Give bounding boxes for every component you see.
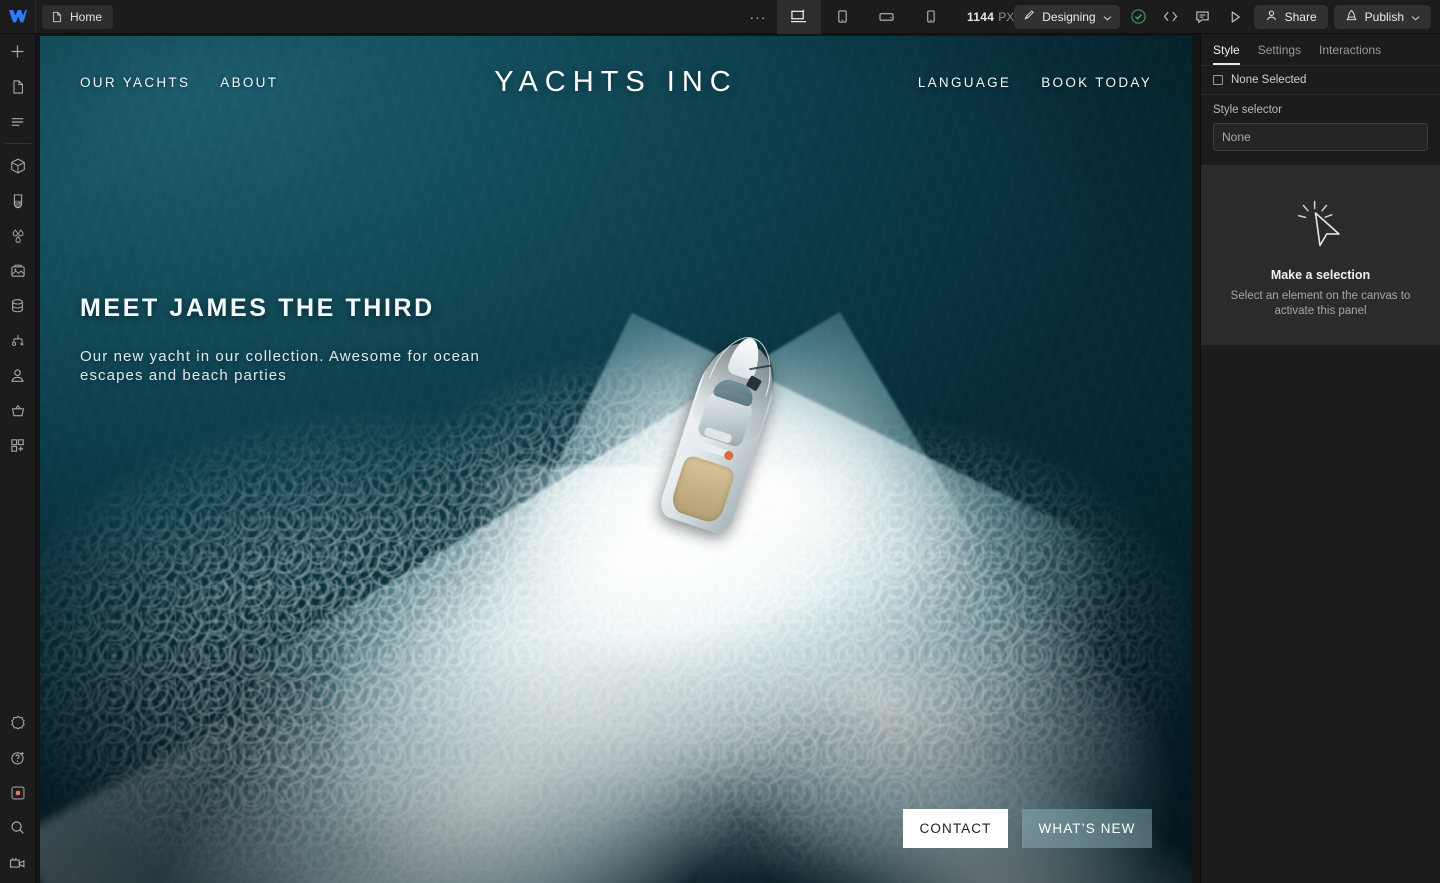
canvas-width-unit: PX	[998, 9, 1015, 24]
style-selector-input[interactable]: None	[1213, 123, 1428, 151]
rail-divider	[4, 143, 31, 144]
save-status-check-circle-icon[interactable]	[1126, 5, 1152, 29]
tab-style[interactable]: Style	[1213, 43, 1240, 65]
svg-text:*: *	[802, 9, 805, 16]
canvas-width-display[interactable]: 1144 PX	[967, 10, 1014, 24]
help-question-icon[interactable]	[0, 740, 36, 775]
style-selector-block: Style selector None	[1201, 95, 1440, 166]
page-icon	[51, 11, 63, 23]
publish-button-label: Publish	[1364, 9, 1404, 24]
settings-gear-icon[interactable]	[0, 705, 36, 740]
canvas-area[interactable]: OUR YACHTS ABOUT YACHTS INC LANGUAGE BOO…	[36, 34, 1200, 883]
publish-button[interactable]: Publish	[1333, 4, 1431, 29]
tab-settings[interactable]: Settings	[1258, 43, 1301, 65]
navbar-left-links: OUR YACHTS ABOUT	[80, 75, 494, 90]
tablet-breakpoint-icon[interactable]	[821, 0, 865, 34]
hero-copy-block: MEET JAMES THE THIRD Our new yacht in ou…	[80, 294, 500, 385]
ecommerce-button[interactable]	[0, 393, 36, 428]
webflow-logo-icon[interactable]	[0, 0, 36, 33]
designing-mode-label: Designing	[1042, 9, 1096, 24]
nav-link-about[interactable]: ABOUT	[220, 75, 278, 90]
panel-empty-state: Make a selection Select an element on th…	[1201, 166, 1440, 345]
whats-new-button[interactable]: WHAT’S NEW	[1022, 809, 1152, 848]
right-style-panel: Style Settings Interactions None Selecte…	[1200, 34, 1440, 883]
designing-mode-dropdown[interactable]: Designing	[1014, 4, 1120, 29]
mobile-portrait-breakpoint-icon[interactable]	[909, 0, 953, 34]
share-button[interactable]: Share	[1253, 4, 1328, 29]
site-navbar: OUR YACHTS ABOUT YACHTS INC LANGUAGE BOO…	[40, 36, 1192, 128]
record-square-icon[interactable]	[0, 775, 36, 810]
apps-button[interactable]	[0, 428, 36, 463]
cursor-click-icon	[1223, 196, 1418, 254]
site-brand-title: YACHTS INC	[494, 65, 738, 98]
assets-button[interactable]	[0, 253, 36, 288]
users-button[interactable]	[0, 358, 36, 393]
breakpoint-switcher: * 1144 PX	[776, 0, 1014, 34]
style-selector-label: Style selector	[1213, 104, 1283, 116]
logic-button[interactable]	[0, 323, 36, 358]
brush-icon	[1022, 9, 1035, 25]
play-preview-icon[interactable]	[1222, 5, 1248, 29]
nav-link-language[interactable]: LANGUAGE	[918, 75, 1011, 90]
ocean-vignette	[40, 36, 1192, 883]
desktop-breakpoint-icon[interactable]: *	[776, 0, 821, 34]
topbar-middle: ··· * 1144 PX	[113, 0, 1014, 34]
hero-subtext: Our new yacht in our collection. Awesome…	[80, 348, 480, 384]
chevron-down-icon	[1103, 10, 1112, 24]
contact-button[interactable]: CONTACT	[903, 809, 1008, 848]
nav-link-book-today[interactable]: BOOK TODAY	[1041, 75, 1152, 90]
code-brackets-icon[interactable]	[1158, 5, 1184, 29]
canvas-width-value: 1144	[966, 9, 995, 24]
page-options-more-icon[interactable]: ···	[745, 5, 771, 29]
site-preview[interactable]: OUR YACHTS ABOUT YACHTS INC LANGUAGE BOO…	[40, 36, 1192, 883]
empty-state-text: Select an element on the canvas to activ…	[1230, 290, 1411, 317]
navbar-right-links: LANGUAGE BOOK TODAY	[738, 75, 1152, 90]
left-toolbar-rail	[0, 34, 36, 883]
comment-icon[interactable]	[1190, 5, 1216, 29]
panel-tab-bar: Style Settings Interactions	[1201, 34, 1440, 66]
topbar-right-actions: Designing Share Publish	[1014, 0, 1440, 33]
cms-database-button[interactable]	[0, 288, 36, 323]
add-element-button[interactable]	[0, 34, 36, 69]
navigator-button[interactable]	[0, 104, 36, 139]
share-button-label: Share	[1284, 9, 1317, 24]
page-tab-zone: Home	[36, 0, 114, 33]
video-camera-icon[interactable]	[0, 845, 36, 880]
selection-status-label: None Selected	[1231, 74, 1307, 86]
nav-link-our-yachts[interactable]: OUR YACHTS	[80, 75, 190, 90]
components-button[interactable]	[0, 148, 36, 183]
style-manager-button[interactable]	[0, 183, 36, 218]
person-icon	[1265, 9, 1278, 25]
rocket-icon	[1345, 9, 1358, 25]
mobile-landscape-breakpoint-icon[interactable]	[865, 0, 909, 34]
empty-state-title: Make a selection	[1270, 268, 1371, 282]
rail-bottom-group	[0, 705, 36, 883]
page-tab-label: Home	[70, 9, 103, 24]
hero-heading: MEET JAMES THE THIRD	[80, 294, 435, 322]
top-toolbar: Home ··· * 1144 PX Designing Share Publi…	[0, 0, 1440, 34]
hero-button-group: CONTACT WHAT’S NEW	[903, 809, 1152, 848]
pages-button[interactable]	[0, 69, 36, 104]
selection-status-row[interactable]: None Selected	[1201, 66, 1440, 95]
selection-square-icon	[1213, 75, 1223, 85]
variables-button[interactable]	[0, 218, 36, 253]
chevron-down-icon	[1411, 10, 1420, 24]
page-tab-home[interactable]: Home	[42, 4, 114, 29]
search-icon[interactable]	[0, 810, 36, 845]
tab-interactions[interactable]: Interactions	[1319, 43, 1381, 65]
